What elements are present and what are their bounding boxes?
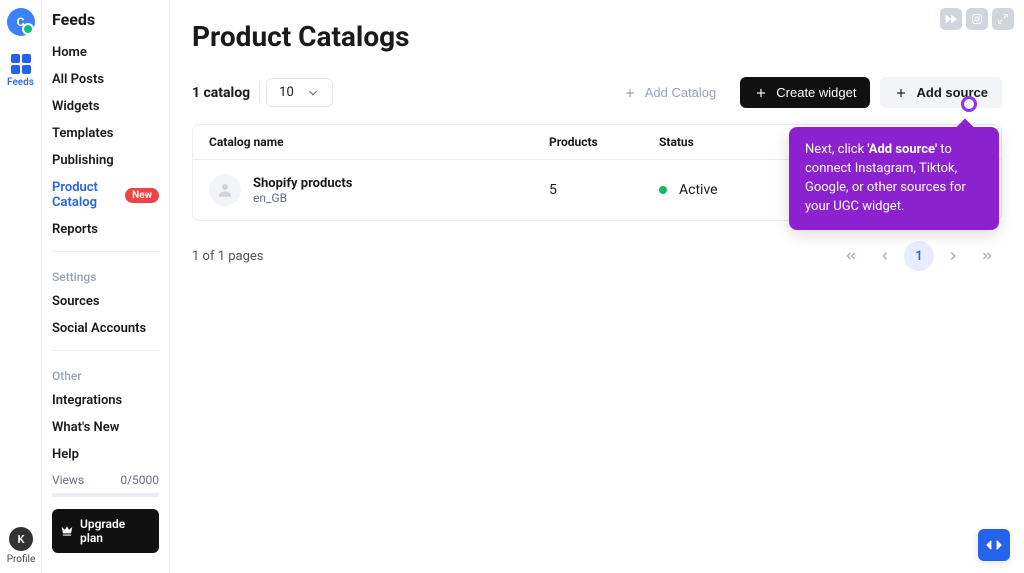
status-dot-icon — [659, 186, 667, 194]
views-value: 0/5000 — [120, 473, 159, 487]
add-catalog-button[interactable]: Add Catalog — [609, 77, 731, 108]
sidebar-item-label: Product Catalog — [52, 180, 119, 210]
views-row: Views 0/5000 — [52, 473, 159, 487]
catalog-locale: en_GB — [253, 191, 352, 205]
catalog-count: 1 catalog — [192, 85, 250, 101]
crown-icon — [60, 524, 74, 538]
add-catalog-label: Add Catalog — [645, 85, 717, 100]
sidebar-item-label: Publishing — [52, 153, 114, 168]
sidebar-item-label: Sources — [52, 294, 100, 309]
divider — [52, 350, 159, 351]
catalog-name: Shopify products — [253, 176, 352, 191]
grid-icon — [11, 54, 31, 74]
top-toolbar-icons — [940, 8, 1014, 30]
page-last-button[interactable] — [972, 241, 1002, 271]
views-progress-bar — [52, 493, 159, 497]
speed-icon-button[interactable] — [940, 8, 962, 30]
upgrade-plan-button[interactable]: Upgrade plan — [52, 509, 159, 553]
col-header-status: Status — [659, 135, 789, 149]
new-badge: New — [125, 188, 159, 203]
tooltip-text: Next, click — [805, 142, 867, 157]
page-size-select[interactable]: 10 — [266, 78, 333, 107]
profile-block[interactable]: K Profile — [0, 527, 42, 565]
sidebar: Feeds Home All Posts Widgets Templates P… — [42, 0, 170, 573]
status-text: Active — [679, 182, 718, 198]
chevron-down-icon — [306, 86, 320, 100]
sidebar-item-label: Reports — [52, 222, 98, 237]
tooltip-ring-icon — [961, 96, 977, 112]
sidebar-item-all-posts[interactable]: All Posts — [42, 66, 169, 93]
page-first-button[interactable] — [836, 241, 866, 271]
tooltip-bold: 'Add source' — [867, 142, 937, 157]
expand-icon — [997, 13, 1009, 25]
sidebar-item-reports[interactable]: Reports — [42, 216, 169, 243]
page-prev-button[interactable] — [870, 241, 900, 271]
sidebar-item-label: All Posts — [52, 72, 104, 87]
icon-rail: C Feeds K Profile — [0, 0, 42, 573]
group-other-label: Other — [42, 359, 169, 387]
sidebar-item-templates[interactable]: Templates — [42, 120, 169, 147]
upgrade-label: Upgrade plan — [80, 517, 151, 545]
catalog-products: 5 — [549, 182, 659, 198]
profile-label: Profile — [7, 554, 36, 565]
pagination-row: 1 of 1 pages 1 — [192, 241, 1002, 271]
sidebar-item-whats-new[interactable]: What's New — [42, 414, 169, 441]
help-widget-button[interactable] — [978, 529, 1010, 561]
sidebar-item-label: Help — [52, 447, 79, 462]
page-number-button[interactable]: 1 — [904, 241, 934, 271]
page-info: 1 of 1 pages — [192, 249, 264, 264]
sidebar-item-label: Home — [52, 45, 87, 60]
sidebar-item-help[interactable]: Help — [42, 441, 169, 468]
rail-feeds-label: Feeds — [7, 77, 34, 88]
sidebar-item-social-accounts[interactable]: Social Accounts — [42, 315, 169, 342]
chevron-left-icon — [878, 249, 892, 263]
create-widget-button[interactable]: Create widget — [740, 77, 870, 108]
code-icon — [986, 537, 1002, 553]
rail-feeds[interactable]: Feeds — [7, 54, 34, 88]
fast-forward-icon — [945, 13, 957, 25]
app-logo[interactable]: C — [7, 8, 35, 36]
chevron-right-icon — [946, 249, 960, 263]
col-header-products: Products — [549, 135, 659, 149]
views-label: Views — [52, 473, 84, 487]
chevrons-right-icon — [980, 249, 994, 263]
main-content: Product Catalogs 1 catalog 10 Add Catalo… — [170, 0, 1024, 573]
sidebar-item-widgets[interactable]: Widgets — [42, 93, 169, 120]
sidebar-title: Feeds — [42, 10, 169, 39]
chevrons-left-icon — [844, 249, 858, 263]
page-size-value: 10 — [279, 85, 294, 100]
sidebar-item-publishing[interactable]: Publishing — [42, 147, 169, 174]
plus-icon — [754, 86, 768, 100]
sidebar-item-home[interactable]: Home — [42, 39, 169, 66]
sidebar-item-label: What's New — [52, 420, 119, 435]
plus-icon — [894, 86, 908, 100]
add-source-button[interactable]: Add source — [880, 77, 1002, 108]
toolbar: 1 catalog 10 Add Catalog Create widget — [192, 77, 1002, 108]
plus-icon — [623, 86, 637, 100]
create-widget-label: Create widget — [776, 85, 856, 100]
sidebar-item-sources[interactable]: Sources — [42, 288, 169, 315]
add-source-label: Add source — [916, 85, 988, 100]
sidebar-item-label: Social Accounts — [52, 321, 146, 336]
catalog-status: Active — [659, 182, 789, 198]
page-title: Product Catalogs — [192, 20, 1002, 53]
profile-avatar: K — [9, 527, 33, 551]
instagram-icon-button[interactable] — [966, 8, 988, 30]
catalog-avatar — [209, 174, 241, 206]
instagram-icon — [971, 13, 983, 25]
sidebar-item-product-catalog[interactable]: Product Catalog New — [42, 174, 169, 216]
expand-icon-button[interactable] — [992, 8, 1014, 30]
sidebar-item-label: Integrations — [52, 393, 122, 408]
sidebar-item-label: Templates — [52, 126, 113, 141]
hint-tooltip: Next, click 'Add source' to connect Inst… — [789, 127, 999, 230]
sidebar-item-label: Widgets — [52, 99, 100, 114]
group-settings-label: Settings — [42, 260, 169, 288]
divider — [52, 251, 159, 252]
sidebar-item-integrations[interactable]: Integrations — [42, 387, 169, 414]
col-header-name: Catalog name — [209, 135, 549, 149]
pagination: 1 — [836, 241, 1002, 271]
page-next-button[interactable] — [938, 241, 968, 271]
